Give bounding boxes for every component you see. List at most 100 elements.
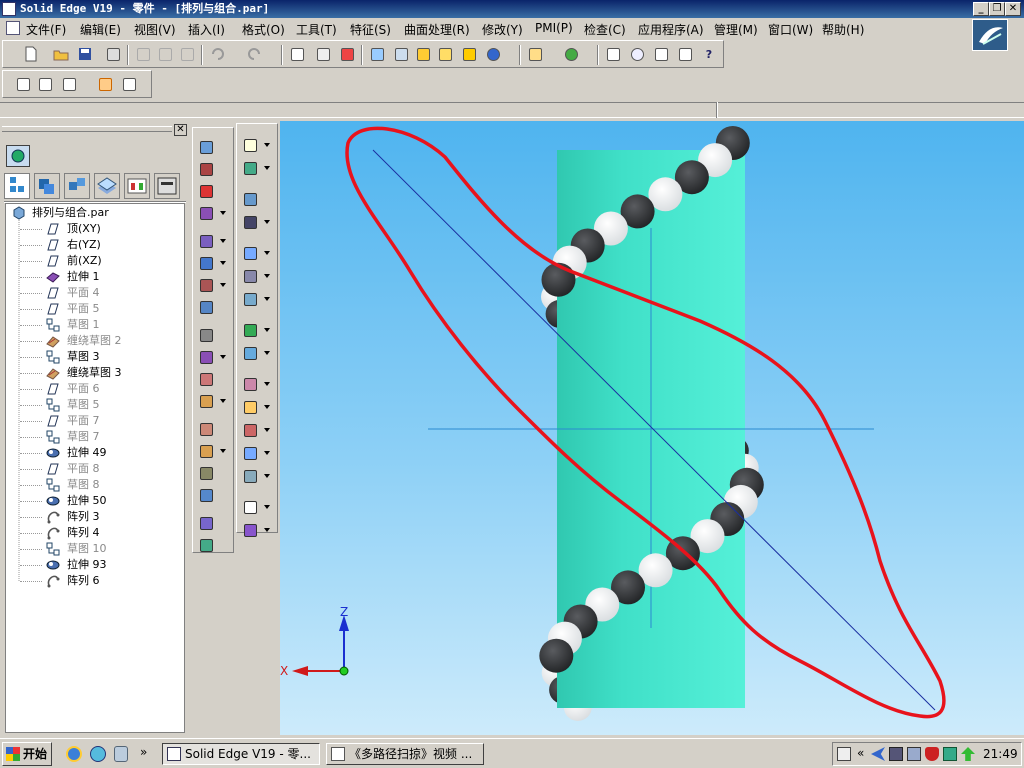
wrap-icon[interactable] xyxy=(240,466,260,486)
menu-window[interactable]: 窗口(W) xyxy=(768,21,813,38)
dropdown-arrow-icon[interactable] xyxy=(264,451,270,455)
start-button[interactable]: 开始 xyxy=(2,742,52,766)
dropdown-arrow-icon[interactable] xyxy=(220,355,226,359)
quicklaunch-browser-icon[interactable] xyxy=(90,746,106,762)
quicklaunch-more[interactable]: » xyxy=(140,745,147,759)
view-sphere-icon[interactable] xyxy=(483,44,503,64)
lip-icon[interactable] xyxy=(196,419,216,439)
dropdown-arrow-icon[interactable] xyxy=(264,505,270,509)
helix-icon[interactable] xyxy=(196,441,216,461)
keyboard-icon[interactable] xyxy=(837,747,851,761)
menu-manage[interactable]: 管理(M) xyxy=(714,21,758,38)
grid-a-icon[interactable] xyxy=(95,74,115,94)
face-icon[interactable] xyxy=(240,497,260,517)
dropdown-arrow-icon[interactable] xyxy=(264,274,270,278)
edgebar-grip[interactable] xyxy=(2,126,172,132)
hole-icon[interactable] xyxy=(196,253,216,273)
draft-icon[interactable] xyxy=(196,325,216,345)
bluesurf-icon[interactable] xyxy=(240,343,260,363)
dropdown-arrow-icon[interactable] xyxy=(264,251,270,255)
menu-inspect[interactable]: 检查(C) xyxy=(584,21,626,38)
rib-icon[interactable] xyxy=(196,369,216,389)
select-arrow-icon[interactable] xyxy=(240,135,260,155)
mounting-boss-icon[interactable] xyxy=(196,463,216,483)
revolved-cut-icon[interactable] xyxy=(196,275,216,295)
feature-icon[interactable] xyxy=(313,44,333,64)
zoom-icon[interactable] xyxy=(627,44,647,64)
redo-icon[interactable] xyxy=(245,44,265,64)
menu-edit[interactable]: 编辑(E) xyxy=(80,21,121,38)
thin-wall-icon[interactable] xyxy=(196,347,216,367)
table-icon[interactable] xyxy=(59,74,79,94)
dropdown-arrow-icon[interactable] xyxy=(264,351,270,355)
quicklaunch-ie-icon[interactable] xyxy=(66,746,82,762)
sensors-tab[interactable] xyxy=(124,173,150,199)
undo-icon[interactable] xyxy=(207,44,227,64)
task-video[interactable]: 《多路径扫掠》视频 ... xyxy=(326,743,484,765)
quicklaunch-app-icon[interactable] xyxy=(114,746,128,762)
project-icon[interactable] xyxy=(240,443,260,463)
feature-library-tab[interactable] xyxy=(94,173,120,199)
body-icon[interactable] xyxy=(240,520,260,540)
dropdown-arrow-icon[interactable] xyxy=(264,166,270,170)
menu-help[interactable]: 帮助(H) xyxy=(822,21,864,38)
view-shaded-icon[interactable] xyxy=(413,44,433,64)
paste-icon[interactable] xyxy=(177,44,197,64)
save-icon[interactable] xyxy=(75,44,95,64)
curve-icon[interactable] xyxy=(240,374,260,394)
coincident-plane-icon[interactable] xyxy=(240,266,260,286)
dropdown-arrow-icon[interactable] xyxy=(264,528,270,532)
view-wire-icon[interactable] xyxy=(391,44,411,64)
dark-sphere[interactable] xyxy=(539,638,574,673)
dropdown-arrow-icon[interactable] xyxy=(220,211,226,215)
minimize-button[interactable]: _ xyxy=(973,2,989,16)
family-parts-tab[interactable] xyxy=(64,173,90,199)
tray-expand[interactable]: « xyxy=(857,746,864,760)
menu-view[interactable]: 视图(V) xyxy=(134,21,176,38)
security-icon[interactable] xyxy=(943,747,957,761)
vent-icon[interactable] xyxy=(196,513,216,533)
zoom-area-icon[interactable] xyxy=(603,44,623,64)
monitor-icon[interactable] xyxy=(889,747,903,761)
dropdown-arrow-icon[interactable] xyxy=(220,283,226,287)
split-icon[interactable] xyxy=(240,397,260,417)
pan-icon[interactable] xyxy=(675,44,695,64)
dropdown-arrow-icon[interactable] xyxy=(264,382,270,386)
dropdown-arrow-icon[interactable] xyxy=(220,399,226,403)
dropdown-arrow-icon[interactable] xyxy=(220,239,226,243)
grid-b-icon[interactable] xyxy=(119,74,139,94)
properties-icon[interactable] xyxy=(287,44,307,64)
graphics-viewport[interactable]: Z X xyxy=(280,121,1024,735)
plane-tool-icon[interactable] xyxy=(240,243,260,263)
cut-tool-icon[interactable] xyxy=(196,181,216,201)
menu-pmi[interactable]: PMI(P) xyxy=(535,21,573,35)
doc-icon[interactable] xyxy=(6,21,20,35)
sketch-tool-icon[interactable] xyxy=(240,158,260,178)
revolved-protrusion-icon[interactable] xyxy=(196,231,216,251)
spring-icon[interactable] xyxy=(240,212,260,232)
feature-pathfinder-tab[interactable] xyxy=(4,173,30,199)
dropdown-arrow-icon[interactable] xyxy=(264,220,270,224)
menu-applications[interactable]: 应用程序(A) xyxy=(638,21,704,38)
dark-sphere[interactable] xyxy=(541,262,576,297)
view-shaded-edges-icon[interactable] xyxy=(435,44,455,64)
menu-surfacing[interactable]: 曲面处理(R) xyxy=(404,21,470,38)
engineering-reference-tab[interactable] xyxy=(154,173,180,199)
cut-icon[interactable] xyxy=(133,44,153,64)
revolve-tool-icon[interactable] xyxy=(196,159,216,179)
dropdown-arrow-icon[interactable] xyxy=(264,143,270,147)
open-icon[interactable] xyxy=(51,44,71,64)
dropdown-arrow-icon[interactable] xyxy=(264,297,270,301)
edgebar-mode-icon[interactable] xyxy=(6,145,30,167)
network-icon[interactable] xyxy=(871,747,885,761)
orbit-icon[interactable] xyxy=(561,44,581,64)
menu-tools[interactable]: 工具(T) xyxy=(296,21,337,38)
intersect-icon[interactable] xyxy=(240,420,260,440)
menu-file[interactable]: 文件(F) xyxy=(26,21,66,38)
menu-insert[interactable]: 插入(I) xyxy=(188,21,225,38)
new-icon[interactable] xyxy=(21,44,41,64)
dropdown-arrow-icon[interactable] xyxy=(220,261,226,265)
web-network-icon[interactable] xyxy=(196,391,216,411)
surface-icon[interactable] xyxy=(240,320,260,340)
upload-icon[interactable] xyxy=(961,747,975,761)
